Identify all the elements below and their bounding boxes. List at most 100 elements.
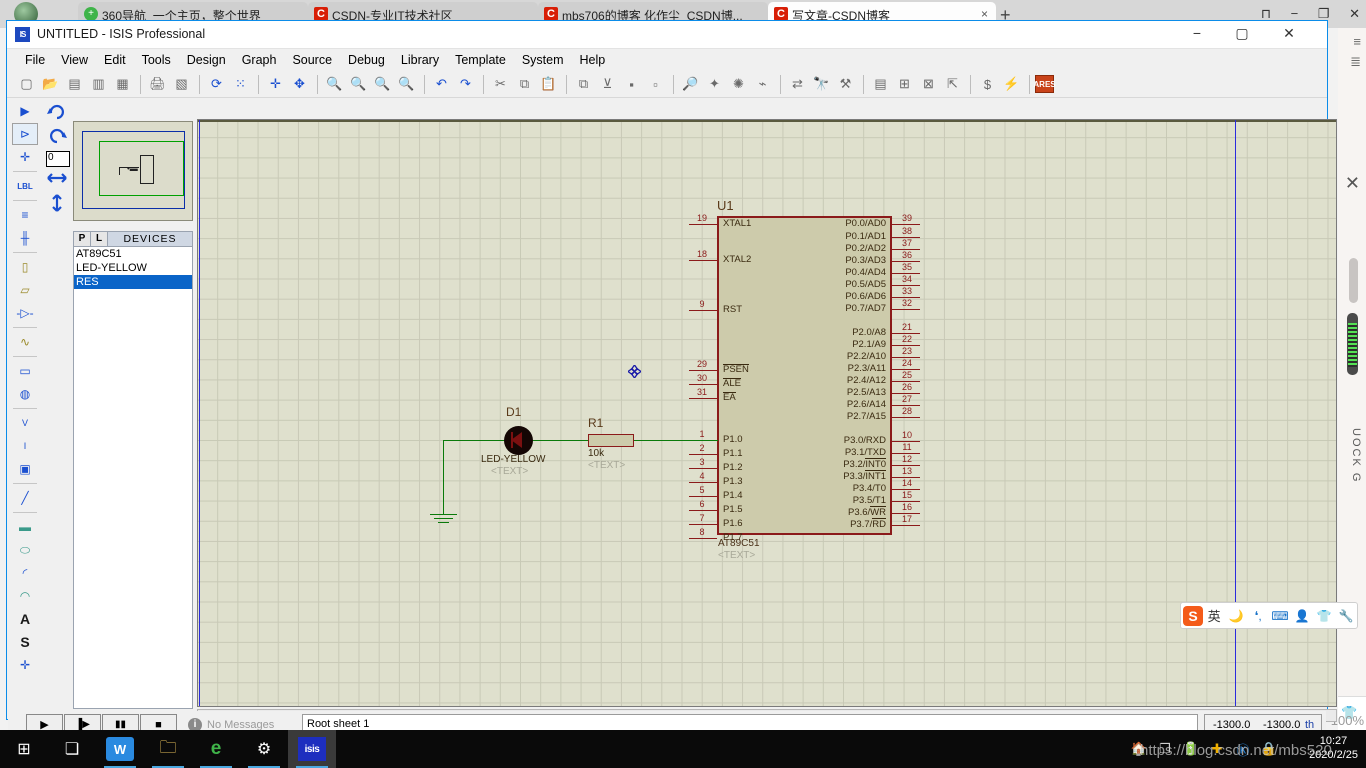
print-icon[interactable]: 🖨 bbox=[146, 73, 169, 95]
redo-icon[interactable]: ↷ bbox=[454, 73, 477, 95]
browser-minimize-button[interactable]: − bbox=[1291, 6, 1299, 21]
task-view-button[interactable]: ❏ bbox=[48, 730, 96, 768]
2d-circle-tool[interactable]: ⬭ bbox=[12, 539, 38, 561]
text-script-tool[interactable]: ≡ bbox=[12, 204, 38, 226]
rotate-counterclockwise-icon[interactable] bbox=[46, 125, 70, 147]
pick-device-button[interactable]: P bbox=[74, 232, 91, 246]
chip-left-pin-wire[interactable] bbox=[689, 370, 717, 371]
chip-right-pin-wire[interactable] bbox=[892, 309, 920, 310]
isis-proteus-button[interactable]: isis bbox=[288, 730, 336, 768]
block-rotate-icon[interactable]: ▪ bbox=[620, 73, 643, 95]
chip-right-pin-wire[interactable] bbox=[892, 417, 920, 418]
netlist-to-ares-icon[interactable]: ARES bbox=[1033, 75, 1056, 93]
pan-icon[interactable]: ✥ bbox=[288, 73, 311, 95]
chip-left-pin-wire[interactable] bbox=[689, 454, 717, 455]
voltage-probe-tool[interactable]: V bbox=[12, 412, 38, 434]
paste-icon[interactable]: 📋 bbox=[537, 73, 560, 95]
rotate-clockwise-icon[interactable] bbox=[46, 101, 70, 123]
browser-close-button[interactable]: ✕ bbox=[1349, 6, 1360, 21]
undo-icon[interactable]: ↶ bbox=[430, 73, 453, 95]
file-explorer-button[interactable]: 🗀 bbox=[144, 730, 192, 768]
chip-left-pin-wire[interactable] bbox=[689, 510, 717, 511]
start-button[interactable]: ⊞ bbox=[0, 730, 48, 768]
property-assignment-icon[interactable]: ⚒ bbox=[834, 73, 857, 95]
electrical-rule-check-icon[interactable]: ⚡ bbox=[1000, 73, 1023, 95]
chip-right-pin-wire[interactable] bbox=[892, 525, 920, 526]
block-delete-icon[interactable]: ▫ bbox=[644, 73, 667, 95]
wps-office-button[interactable]: W bbox=[96, 730, 144, 768]
comma-icon[interactable]: ❛, bbox=[1247, 609, 1269, 623]
chip-left-pin-wire[interactable] bbox=[689, 538, 717, 539]
generator-mode-tool[interactable]: ◍ bbox=[12, 383, 38, 405]
pick-device-icon[interactable]: 🔎 bbox=[679, 73, 702, 95]
block-copy-icon[interactable]: ⧉ bbox=[572, 73, 595, 95]
search-tag-icon[interactable]: 🔭 bbox=[810, 73, 833, 95]
menu-item-view[interactable]: View bbox=[53, 51, 96, 69]
menu-item-help[interactable]: Help bbox=[572, 51, 614, 69]
subcircuit-tool[interactable]: ▯ bbox=[12, 256, 38, 278]
device-list-item[interactable]: LED-YELLOW bbox=[74, 261, 192, 275]
2d-text-tool[interactable]: A bbox=[12, 608, 38, 630]
export-section-icon[interactable]: ▦ bbox=[111, 73, 134, 95]
browser-tab-close-icon[interactable]: × bbox=[981, 7, 988, 21]
refresh-icon[interactable]: ⟳ bbox=[205, 73, 228, 95]
side-panel-progress-thumb[interactable] bbox=[1347, 313, 1358, 375]
open-file-icon[interactable]: 📂 bbox=[39, 73, 62, 95]
zoom-in-icon[interactable]: 🔍 bbox=[323, 73, 346, 95]
zoom-out-icon[interactable]: 🔍 bbox=[347, 73, 370, 95]
menu-item-debug[interactable]: Debug bbox=[340, 51, 393, 69]
device-pins-tool[interactable]: -▷- bbox=[12, 302, 38, 324]
current-probe-tool[interactable]: I bbox=[12, 435, 38, 457]
chip-left-pin-wire[interactable] bbox=[689, 468, 717, 469]
menu-item-source[interactable]: Source bbox=[284, 51, 340, 69]
bill-of-materials-icon[interactable]: $ bbox=[976, 73, 999, 95]
chip-left-pin-wire[interactable] bbox=[689, 524, 717, 525]
wire-label-tool[interactable]: LBL bbox=[12, 175, 38, 197]
design-explorer-icon[interactable]: ▤ bbox=[869, 73, 892, 95]
sogou-logo-icon[interactable]: S bbox=[1183, 605, 1204, 626]
new-file-icon[interactable]: ▢ bbox=[15, 73, 38, 95]
wire-autorouter-icon[interactable]: ⇄ bbox=[786, 73, 809, 95]
skin-icon[interactable]: 👕 bbox=[1313, 609, 1335, 623]
schematic-canvas[interactable]: U1 19 XTAL1 18 XTAL2 9 RST 29 PSEN 30 ALE 31 EA 1 P1.… bbox=[197, 119, 1337, 707]
block-move-icon[interactable]: ⊻ bbox=[596, 73, 619, 95]
2d-path-tool[interactable]: ◠ bbox=[12, 585, 38, 607]
print-area-icon[interactable]: ▧ bbox=[170, 73, 193, 95]
2d-arc-tool[interactable]: ◜ bbox=[12, 562, 38, 584]
browser-maximize-button[interactable]: ❐ bbox=[1318, 6, 1330, 21]
decompose-icon[interactable]: ⌁ bbox=[751, 73, 774, 95]
2d-markers-tool[interactable]: ✛ bbox=[12, 654, 38, 676]
menu-item-edit[interactable]: Edit bbox=[96, 51, 134, 69]
menu-item-graph[interactable]: Graph bbox=[234, 51, 285, 69]
menu-item-tools[interactable]: Tools bbox=[134, 51, 179, 69]
2d-box-tool[interactable]: ▬ bbox=[12, 516, 38, 538]
2d-line-tool[interactable]: ╱ bbox=[12, 487, 38, 509]
side-panel-menu-icon[interactable]: ≡ bbox=[1353, 34, 1361, 49]
exit-sheet-icon[interactable]: ⇱ bbox=[941, 73, 964, 95]
isis-minimize-button[interactable]: − bbox=[1177, 25, 1217, 41]
import-section-icon[interactable]: ▥ bbox=[87, 73, 110, 95]
side-panel-scrollbar-thumb[interactable] bbox=[1349, 258, 1358, 303]
component-mode-tool[interactable]: ⊳ bbox=[12, 123, 38, 145]
resistor-body-r1[interactable] bbox=[588, 434, 634, 447]
packaging-tool-icon[interactable]: ✺ bbox=[727, 73, 750, 95]
virtual-instruments-tool[interactable]: ▣ bbox=[12, 458, 38, 480]
menu-item-template[interactable]: Template bbox=[447, 51, 514, 69]
chip-left-pin-wire[interactable] bbox=[689, 310, 717, 311]
chip-left-pin-wire[interactable] bbox=[689, 496, 717, 497]
copy-icon[interactable]: ⧉ bbox=[513, 73, 536, 95]
graph-mode-tool[interactable]: ∿ bbox=[12, 331, 38, 353]
devices-list[interactable]: AT89C51 LED-YELLOW RES bbox=[73, 247, 193, 709]
make-device-icon[interactable]: ✦ bbox=[703, 73, 726, 95]
save-file-icon[interactable]: ▤ bbox=[63, 73, 86, 95]
mirror-vertical-icon[interactable] bbox=[46, 193, 70, 215]
toggle-grid-icon[interactable]: ⁙ bbox=[229, 73, 252, 95]
chip-left-pin-wire[interactable] bbox=[689, 398, 717, 399]
ground-wire[interactable] bbox=[443, 440, 444, 514]
device-list-item[interactable]: RES bbox=[74, 275, 192, 289]
browser-collections-button[interactable]: ⊓ bbox=[1261, 6, 1271, 21]
isis-close-button[interactable]: ✕ bbox=[1269, 25, 1309, 42]
chip-left-pin-wire[interactable] bbox=[689, 260, 717, 261]
zoom-area-icon[interactable]: 🔍 bbox=[371, 73, 394, 95]
keyboard-icon[interactable]: ⌨ bbox=[1269, 609, 1291, 623]
